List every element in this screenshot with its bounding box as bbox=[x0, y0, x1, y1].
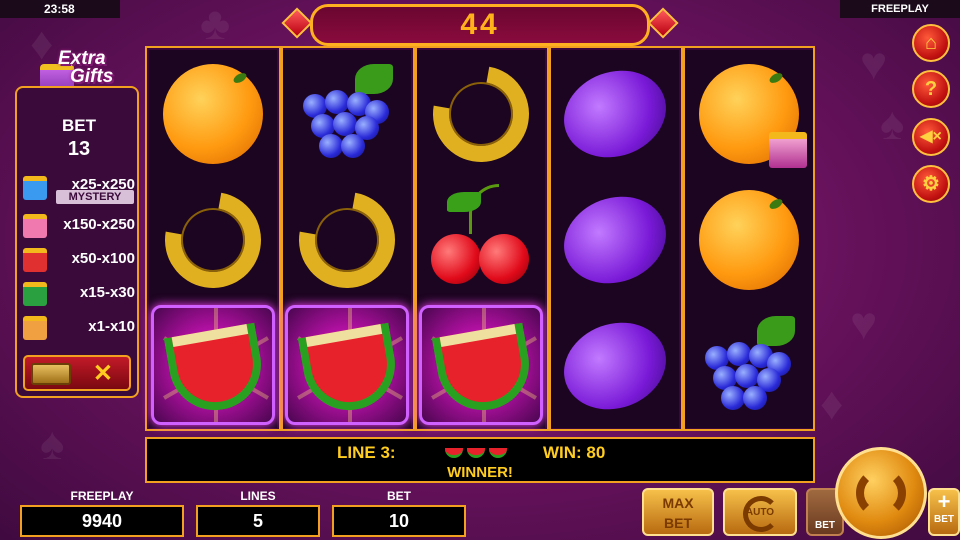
symbol-orange bbox=[149, 50, 277, 176]
extra-gifts-toggle[interactable]: ✕ bbox=[23, 355, 131, 391]
symbol-horseshoe bbox=[280, 173, 414, 307]
bet-label: BET bbox=[387, 489, 411, 503]
symbol-plum bbox=[551, 302, 679, 428]
bet-decrease-label: BET bbox=[815, 520, 835, 531]
freeplay-stat: FREEPLAY 9940 bbox=[20, 489, 184, 539]
reel-4 bbox=[551, 50, 679, 428]
gift-bonus-icon bbox=[769, 132, 807, 168]
win-info-bar: LINE 3: WIN: 80 WINNER! bbox=[145, 437, 815, 483]
reels-area bbox=[145, 46, 815, 431]
symbol-plum bbox=[551, 50, 679, 176]
gift-blue-icon bbox=[23, 176, 47, 200]
prize-row: x50-x100 bbox=[23, 246, 137, 274]
symbol-horseshoe bbox=[414, 47, 548, 181]
reel-1 bbox=[146, 50, 280, 428]
symbol-watermelon-win bbox=[417, 302, 545, 428]
mystery-badge: MYSTERY bbox=[56, 190, 134, 204]
home-icon: ⌂ bbox=[924, 32, 938, 54]
sound-button[interactable]: ◀× bbox=[912, 118, 950, 156]
reel-2 bbox=[280, 50, 414, 428]
auto-spin-button[interactable]: AUTO bbox=[723, 488, 797, 536]
symbol-plum bbox=[551, 176, 679, 302]
gifts-title-line2: Gifts bbox=[70, 66, 114, 87]
prize-range: x15-x30 bbox=[79, 284, 135, 301]
bet-increase-label: BET bbox=[934, 514, 954, 525]
close-icon: ✕ bbox=[92, 360, 113, 387]
winner-message: WINNER! bbox=[447, 464, 513, 481]
bet-value: 10 bbox=[332, 505, 466, 537]
lines-value: 5 bbox=[196, 505, 320, 537]
prize-range: x1-x10 bbox=[88, 318, 135, 335]
prize-row: x150-x250 bbox=[23, 212, 137, 240]
prize-range: x50-x100 bbox=[71, 250, 135, 267]
lines-stat: LINES 5 bbox=[196, 489, 320, 539]
reel-3 bbox=[414, 47, 548, 428]
plus-icon: + bbox=[937, 489, 951, 514]
freeplay-label: FREEPLAY bbox=[70, 489, 134, 503]
help-icon: ? bbox=[924, 78, 938, 100]
symbol-orange bbox=[685, 50, 813, 176]
help-button[interactable]: ? bbox=[912, 70, 950, 108]
gift-red-icon bbox=[23, 248, 47, 272]
symbol-horseshoe bbox=[146, 173, 280, 307]
prize-row: x1-x10 bbox=[23, 314, 137, 342]
clock: 23:58 bbox=[0, 0, 120, 18]
prize-row: x15-x30 bbox=[23, 280, 137, 308]
freeplay-balance: 9940 bbox=[20, 505, 184, 537]
symbol-watermelon-win bbox=[149, 302, 277, 428]
auto-label: AUTO bbox=[745, 507, 775, 518]
bet-stat: BET 10 bbox=[332, 489, 466, 539]
settings-icon: ⚙ bbox=[922, 173, 940, 195]
symbol-grapes bbox=[283, 50, 411, 176]
bet-increase-button[interactable]: + BET bbox=[928, 488, 960, 536]
gift-green-icon bbox=[23, 282, 47, 306]
watermelon-mini-icons bbox=[445, 445, 515, 459]
gift-pink-icon bbox=[23, 214, 47, 238]
reel-5 bbox=[685, 50, 813, 428]
settings-button[interactable]: ⚙ bbox=[912, 165, 950, 203]
sound-off-icon: ◀× bbox=[920, 128, 942, 145]
prize-range: x150-x250 bbox=[63, 216, 135, 233]
max-bet-line1: MAX bbox=[662, 495, 694, 511]
symbol-cherry bbox=[417, 176, 545, 302]
mode-label: FREEPLAY bbox=[840, 0, 960, 18]
spin-button[interactable] bbox=[835, 447, 927, 539]
home-button[interactable]: ⌂ bbox=[912, 24, 950, 62]
symbol-orange bbox=[685, 176, 813, 302]
win-line-label: LINE 3: bbox=[337, 443, 396, 462]
extra-gifts-panel: BET 13 x25-x250 x150-x250 x50-x100 x15-x… bbox=[15, 86, 139, 398]
gift-orange-icon bbox=[23, 316, 47, 340]
spin-arrows-icon bbox=[856, 468, 906, 518]
symbol-grapes bbox=[685, 302, 813, 428]
gifts-bet-label: BET bbox=[62, 116, 96, 135]
gifts-bet-value: 13 bbox=[67, 138, 91, 160]
symbol-watermelon-win bbox=[283, 302, 411, 428]
lines-label: LINES bbox=[240, 489, 276, 503]
max-bet-button[interactable]: MAX BET bbox=[642, 488, 714, 536]
max-bet-line2: BET bbox=[664, 515, 692, 531]
toggle-knob bbox=[31, 363, 71, 385]
win-amount: WIN: 80 bbox=[543, 443, 606, 462]
spin-counter: 44 bbox=[310, 4, 650, 46]
